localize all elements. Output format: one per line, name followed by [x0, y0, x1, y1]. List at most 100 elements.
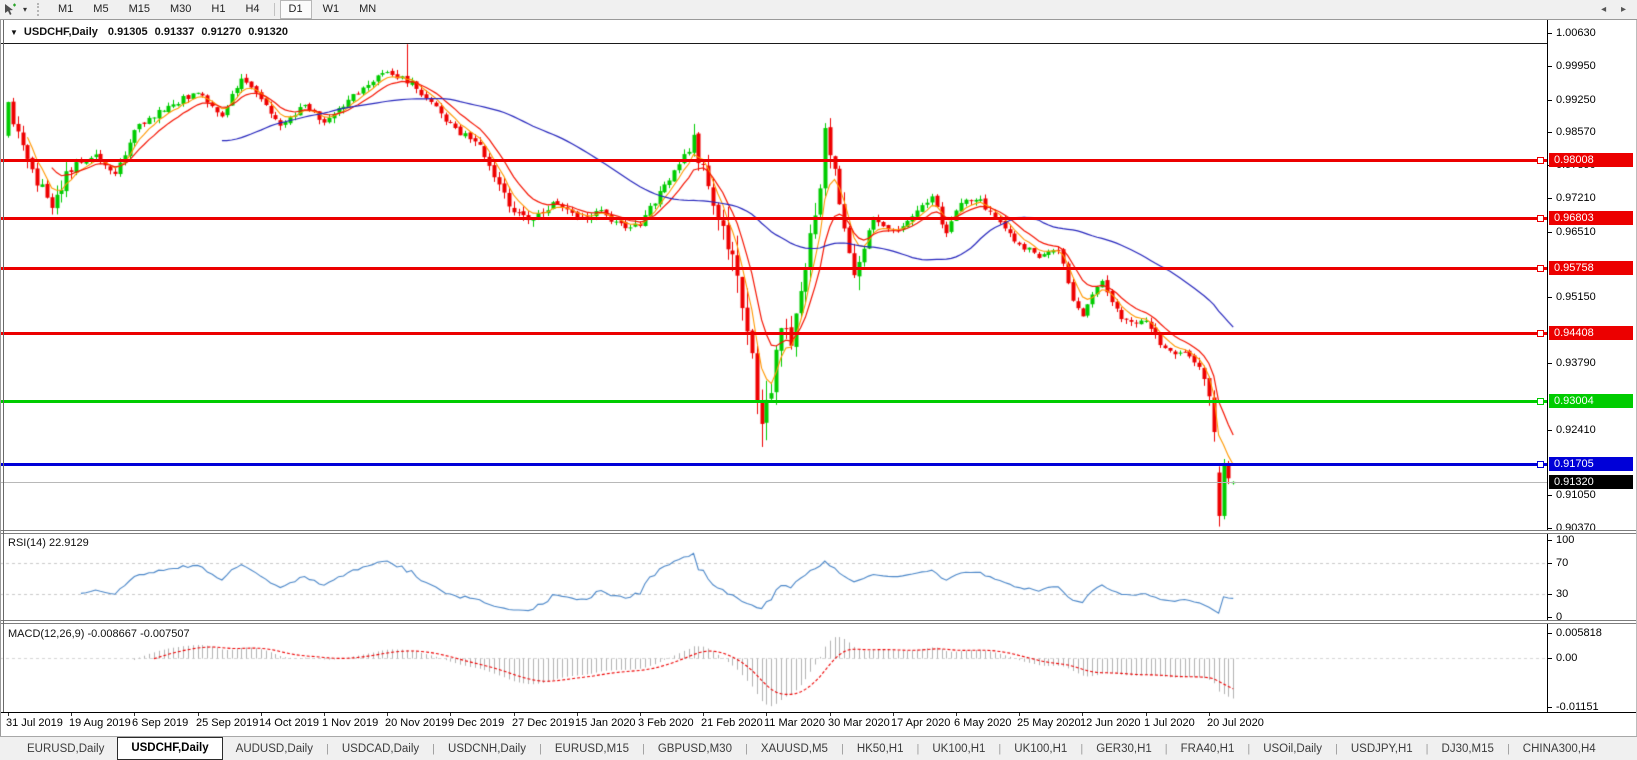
- timeframe-button-mn[interactable]: MN: [350, 0, 385, 19]
- line-anchor-marker[interactable]: [1537, 215, 1544, 222]
- date-axis-label: 25 May 2020: [1017, 717, 1081, 729]
- price-axis-tickmark: [1547, 132, 1552, 133]
- rsi-macd-separator[interactable]: [0, 620, 1637, 624]
- date-axis-tickmark: [450, 713, 451, 716]
- horizontal-line-0.95758[interactable]: [0, 267, 1547, 270]
- quote-open: 0.91305: [107, 26, 148, 38]
- toolbar-grip[interactable]: [37, 3, 44, 16]
- tab-hk50-h1[interactable]: HK50,H1: [844, 738, 917, 760]
- quote-close: 0.91320: [248, 26, 288, 38]
- price-axis-tick: 0.92410: [1556, 424, 1596, 436]
- price-axis-tick: 0.99950: [1556, 60, 1596, 72]
- tab-usdchf-daily[interactable]: USDCHF,Daily: [117, 737, 223, 760]
- timeframe-button-m5[interactable]: M5: [84, 0, 117, 19]
- time-axis-line: [0, 712, 1637, 713]
- timeframe-buttons: M1 M5 M15 M30 H1 H4 D1 W1 MN: [48, 0, 386, 19]
- main-chart-canvas[interactable]: [0, 21, 1547, 530]
- date-axis-tickmark: [324, 713, 325, 716]
- price-axis-line: [1547, 20, 1548, 712]
- tab-usdcad-daily[interactable]: USDCAD,Daily: [329, 738, 432, 760]
- date-axis-label: 19 Aug 2019: [69, 717, 131, 729]
- timeframe-button-m15[interactable]: M15: [120, 0, 159, 19]
- price-axis-tickmark: [1547, 198, 1552, 199]
- price-axis-tickmark: [1547, 363, 1552, 364]
- crosshair-cursor-icon[interactable]: [1, 2, 19, 17]
- tab-china300-h4[interactable]: CHINA300,H4: [1510, 738, 1609, 760]
- rsi-pane-canvas[interactable]: [0, 534, 1547, 620]
- cursor-dropdown-caret-icon[interactable]: ▾: [19, 5, 31, 14]
- tab-eurusd-daily[interactable]: EURUSD,Daily: [14, 738, 117, 760]
- price-line-label: 0.91705: [1549, 457, 1633, 471]
- symbol-dropdown-icon[interactable]: ▼: [10, 28, 18, 37]
- main-rsi-separator[interactable]: [0, 530, 1637, 534]
- horizontal-line-0.94408[interactable]: [0, 332, 1547, 335]
- date-axis-tickmark: [1146, 713, 1147, 716]
- price-line-label: 0.95758: [1549, 261, 1633, 275]
- tab-audusd-daily[interactable]: AUDUSD,Daily: [223, 738, 326, 760]
- tab-gbpusd-m30[interactable]: GBPUSD,M30: [645, 738, 745, 760]
- date-axis-label: 25 Sep 2019: [196, 717, 259, 729]
- tab-uk100-h1[interactable]: UK100,H1: [1001, 738, 1080, 760]
- tab-dj30-m15[interactable]: DJ30,M15: [1429, 738, 1507, 760]
- tab-xauusd-m5[interactable]: XAUUSD,M5: [748, 738, 841, 760]
- line-anchor-marker[interactable]: [1537, 330, 1544, 337]
- timeframe-button-h4[interactable]: H4: [236, 0, 268, 19]
- date-axis-label: 1 Jul 2020: [1144, 717, 1195, 729]
- date-axis-label: 17 Apr 2020: [891, 717, 951, 729]
- date-axis-tickmark: [577, 713, 578, 716]
- date-axis-label: 14 Oct 2019: [259, 717, 319, 729]
- price-line-label: 0.93004: [1549, 394, 1633, 408]
- macd-pane-canvas[interactable]: [0, 624, 1547, 712]
- tab-usdcnh-daily[interactable]: USDCNH,Daily: [435, 738, 539, 760]
- quote-low: 0.91270: [201, 26, 242, 38]
- price-axis-tick: 1.00630: [1556, 27, 1596, 39]
- date-axis-label: 3 Feb 2020: [638, 717, 694, 729]
- window-left-edge: [0, 20, 1, 760]
- horizontal-line-0.91705[interactable]: [0, 463, 1547, 466]
- price-axis-tickmark: [1547, 33, 1552, 34]
- timeframe-button-h1[interactable]: H1: [202, 0, 234, 19]
- price-axis-tick: 0.97210: [1556, 192, 1596, 204]
- date-axis-tickmark: [71, 713, 72, 716]
- horizontal-line-0.93004[interactable]: [0, 400, 1547, 403]
- line-anchor-marker[interactable]: [1537, 265, 1544, 272]
- line-anchor-marker[interactable]: [1537, 157, 1544, 164]
- tab-ger30-h1[interactable]: GER30,H1: [1083, 738, 1165, 760]
- price-axis-tickmark: [1547, 232, 1552, 233]
- price-axis-tick: 0.95150: [1556, 291, 1596, 303]
- date-axis-tickmark: [1082, 713, 1083, 716]
- timeframe-button-m1[interactable]: M1: [49, 0, 82, 19]
- tab-uk100-h1[interactable]: UK100,H1: [919, 738, 998, 760]
- date-axis-label: 6 May 2020: [954, 717, 1012, 729]
- timeframe-button-w1[interactable]: W1: [314, 0, 349, 19]
- tab-fra40-h1[interactable]: FRA40,H1: [1168, 738, 1248, 760]
- tab-eurusd-m15[interactable]: EURUSD,M15: [542, 738, 642, 760]
- date-axis-label: 20 Jul 2020: [1207, 717, 1264, 729]
- horizontal-line-0.96803[interactable]: [0, 217, 1547, 220]
- date-axis-label: 27 Dec 2019: [512, 717, 575, 729]
- date-axis-tickmark: [134, 713, 135, 716]
- quote-high: 0.91337: [154, 26, 195, 38]
- timeframe-button-d1[interactable]: D1: [279, 0, 312, 19]
- date-axis-tickmark: [830, 713, 831, 716]
- date-axis-tickmark: [1209, 713, 1210, 716]
- macd-axis-tick: 0.005818: [1556, 627, 1602, 639]
- date-axis-label: 1 Nov 2019: [322, 717, 379, 729]
- line-anchor-marker[interactable]: [1537, 461, 1544, 468]
- tab-usdjpy-h1[interactable]: USDJPY,H1: [1338, 738, 1426, 760]
- date-axis-label: 11 Mar 2020: [764, 717, 825, 729]
- toolbar-divider: [273, 3, 275, 16]
- date-axis-label: 9 Dec 2019: [448, 717, 505, 729]
- price-axis-tickmark: [1547, 430, 1552, 431]
- date-axis-tickmark: [198, 713, 199, 716]
- timeframe-button-m30[interactable]: M30: [161, 0, 200, 19]
- horizontal-line-0.98008[interactable]: [0, 159, 1547, 162]
- date-axis-tickmark: [387, 713, 388, 716]
- chart-tab-bar: EURUSD,Daily USDCHF,Daily AUDUSD,Daily | USD…: [0, 736, 1637, 760]
- price-line-label: 0.94408: [1549, 326, 1633, 340]
- line-anchor-marker[interactable]: [1537, 398, 1544, 405]
- tab-usoil-daily[interactable]: USOil,Daily: [1250, 738, 1335, 760]
- macd-axis-tickmark: [1547, 633, 1552, 634]
- tab-scroll-arrows-icon[interactable]: ◂ ▸: [1601, 4, 1632, 15]
- chart-title-strip: ▼ USDCHF,Daily 0.91305 0.91337 0.91270 0…: [1, 21, 1547, 44]
